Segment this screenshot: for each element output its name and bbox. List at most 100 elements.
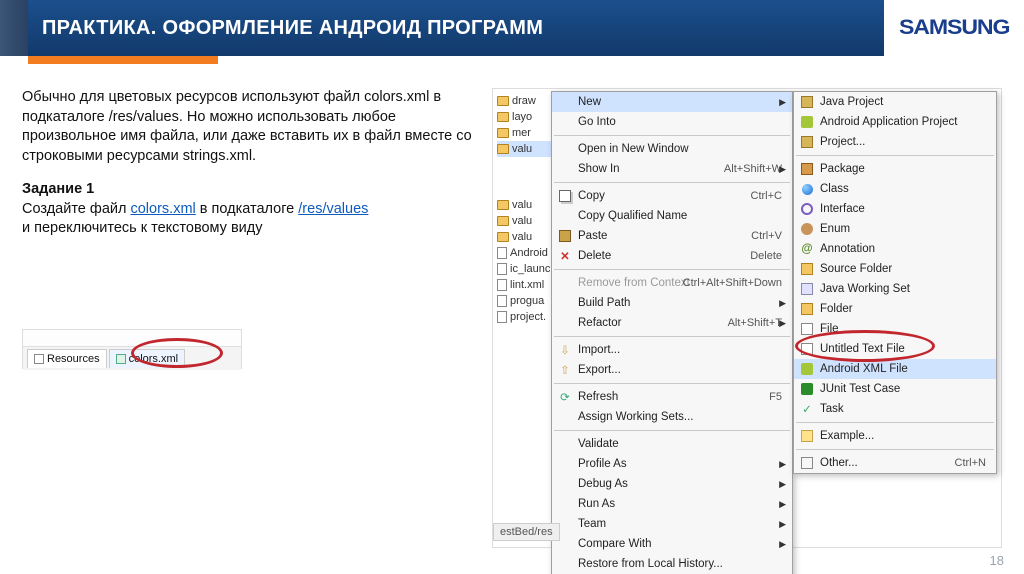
new-submenu-item[interactable]: Untitled Text File [794, 339, 996, 359]
context-menu-item[interactable]: ⇧ Export... [552, 360, 792, 380]
context-menu-item[interactable]: Validate [552, 434, 792, 454]
file-icon [497, 311, 507, 323]
folder-icon [497, 144, 509, 154]
samsung-logo: SAMSUNG [884, 0, 1024, 56]
context-menu-item[interactable]: Debug As▶ [552, 474, 792, 494]
menu-item-label: Profile As [578, 458, 627, 470]
menu-item-label: Annotation [820, 243, 875, 255]
new-submenu-item[interactable]: Source Folder [794, 259, 996, 279]
res-values-link[interactable]: /res/values [298, 201, 368, 217]
menu-item-label: Untitled Text File [820, 343, 905, 355]
context-menu-item[interactable]: Assign Working Sets... [552, 407, 792, 427]
shortcut-label: Ctrl+Alt+Shift+Down [683, 277, 782, 289]
context-menu-item[interactable]: Build Path ▶ [552, 293, 792, 313]
submenu-arrow-icon: ▶ [779, 298, 786, 309]
context-menu-item[interactable]: Copy Qualified Name [552, 206, 792, 226]
shortcut-label: Alt+Shift+W [724, 163, 782, 175]
context-menu-item[interactable]: RefactorAlt+Shift+T▶ [552, 313, 792, 333]
android-icon [800, 362, 814, 376]
tab-colors-xml[interactable]: colors.xml [109, 349, 186, 369]
context-menu-item: Remove from ContextCtrl+Alt+Shift+Down [552, 273, 792, 293]
context-menu-item[interactable]: Profile As▶ [552, 454, 792, 474]
proj-icon [800, 95, 814, 109]
context-menu-item[interactable]: Compare With▶ [552, 534, 792, 554]
context-menu-item[interactable]: ✕DeleteDelete [552, 246, 792, 266]
new-submenu-item[interactable]: Example... [794, 426, 996, 446]
export-icon: ⇧ [558, 363, 572, 377]
shortcut-label: Ctrl+N [955, 457, 986, 469]
context-menu-item[interactable]: Open in New Window [552, 139, 792, 159]
new-submenu-item[interactable]: @Annotation [794, 239, 996, 259]
context-menu-item[interactable]: Show In Alt+Shift+W▶ [552, 159, 792, 179]
file-icon [800, 342, 814, 356]
context-menu-item[interactable]: CopyCtrl+C [552, 186, 792, 206]
context-menu-item[interactable]: ⇩Import... [552, 340, 792, 360]
new-submenu-item[interactable]: Java Project [794, 92, 996, 112]
editor-tabs: Resources colors.xml [23, 346, 241, 370]
new-submenu-item[interactable]: File [794, 319, 996, 339]
menu-item-label: Export... [578, 364, 621, 376]
menu-item-label: Go Into [578, 116, 616, 128]
menu-item-label: Import... [578, 344, 620, 356]
menu-item-label: Debug As [578, 478, 628, 490]
context-menu: New▶Go IntoOpen in New WindowShow InAlt+… [551, 91, 793, 574]
example-icon [800, 429, 814, 443]
menu-item-label: Validate [578, 438, 619, 450]
menu-item-label: Other... [820, 457, 858, 469]
new-submenu-item[interactable]: Java Working Set [794, 279, 996, 299]
menu-separator [554, 135, 790, 136]
new-submenu-item[interactable]: Class [794, 179, 996, 199]
context-menu-item[interactable]: PasteCtrl+V [552, 226, 792, 246]
menu-item-label: Build Path [578, 297, 630, 309]
page-title: ПРАКТИКА. ОФОРМЛЕНИЕ АНДРОИД ПРОГРАММ [42, 17, 543, 40]
task-text: Создайте файл colors.xml в подкаталоге /… [22, 201, 368, 237]
new-submenu-item[interactable]: Enum [794, 219, 996, 239]
slide-header: ПРАКТИКА. ОФОРМЛЕНИЕ АНДРОИД ПРОГРАММ SA… [0, 0, 1024, 56]
menu-item-label: Paste [578, 230, 607, 242]
iface-icon [800, 202, 814, 216]
menu-item-label: Source Folder [820, 263, 892, 275]
new-submenu-item[interactable]: Android XML File [794, 359, 996, 379]
tab-resources[interactable]: Resources [27, 349, 107, 369]
junit-icon [800, 382, 814, 396]
paste-icon [558, 229, 572, 243]
menu-item-label: Example... [820, 430, 874, 442]
colors-xml-link[interactable]: colors.xml [130, 201, 195, 217]
orange-underline [28, 56, 218, 64]
menu-item-label: Android XML File [820, 363, 908, 375]
submenu-arrow-icon: ▶ [779, 164, 786, 175]
context-menu-item[interactable]: Team▶ [552, 514, 792, 534]
context-menu-item[interactable]: ⟳RefreshF5 [552, 387, 792, 407]
new-submenu-item[interactable]: JUnit Test Case [794, 379, 996, 399]
proj2-icon [800, 135, 814, 149]
new-submenu-item[interactable]: Other... Ctrl+N [794, 453, 996, 473]
context-menu-item[interactable]: New▶ [552, 92, 792, 112]
tabs-screenshot: Resources colors.xml [22, 329, 242, 369]
menu-item-label: JUnit Test Case [820, 383, 900, 395]
folder-icon [497, 232, 509, 242]
menu-item-label: Team [578, 518, 606, 530]
folder-icon [497, 200, 509, 210]
menu-item-label: Run As [578, 498, 615, 510]
folder-icon [497, 96, 509, 106]
shortcut-label: Alt+Shift+T [728, 317, 782, 329]
other-icon [800, 456, 814, 470]
new-submenu-item[interactable]: Interface [794, 199, 996, 219]
new-submenu-item[interactable]: Folder [794, 299, 996, 319]
menu-item-label: Copy Qualified Name [578, 210, 687, 222]
new-submenu-item[interactable]: Project... [794, 132, 996, 152]
menu-item-label: Class [820, 183, 849, 195]
new-submenu-item[interactable]: ✓Task [794, 399, 996, 419]
new-submenu-item[interactable]: Package [794, 159, 996, 179]
menu-separator [554, 383, 790, 384]
menu-item-label: New [578, 96, 601, 108]
menu-item-label: Project... [820, 136, 865, 148]
new-submenu-item[interactable]: Android Application Project [794, 112, 996, 132]
menu-item-label: Show In [578, 163, 620, 175]
context-menu-item[interactable]: Run As▶ [552, 494, 792, 514]
pkg-icon [800, 162, 814, 176]
file-icon [800, 322, 814, 336]
context-menu-item[interactable]: Restore from Local History... [552, 554, 792, 574]
context-menu-item[interactable]: Go Into [552, 112, 792, 132]
task-label: Задание 1 [22, 181, 94, 197]
